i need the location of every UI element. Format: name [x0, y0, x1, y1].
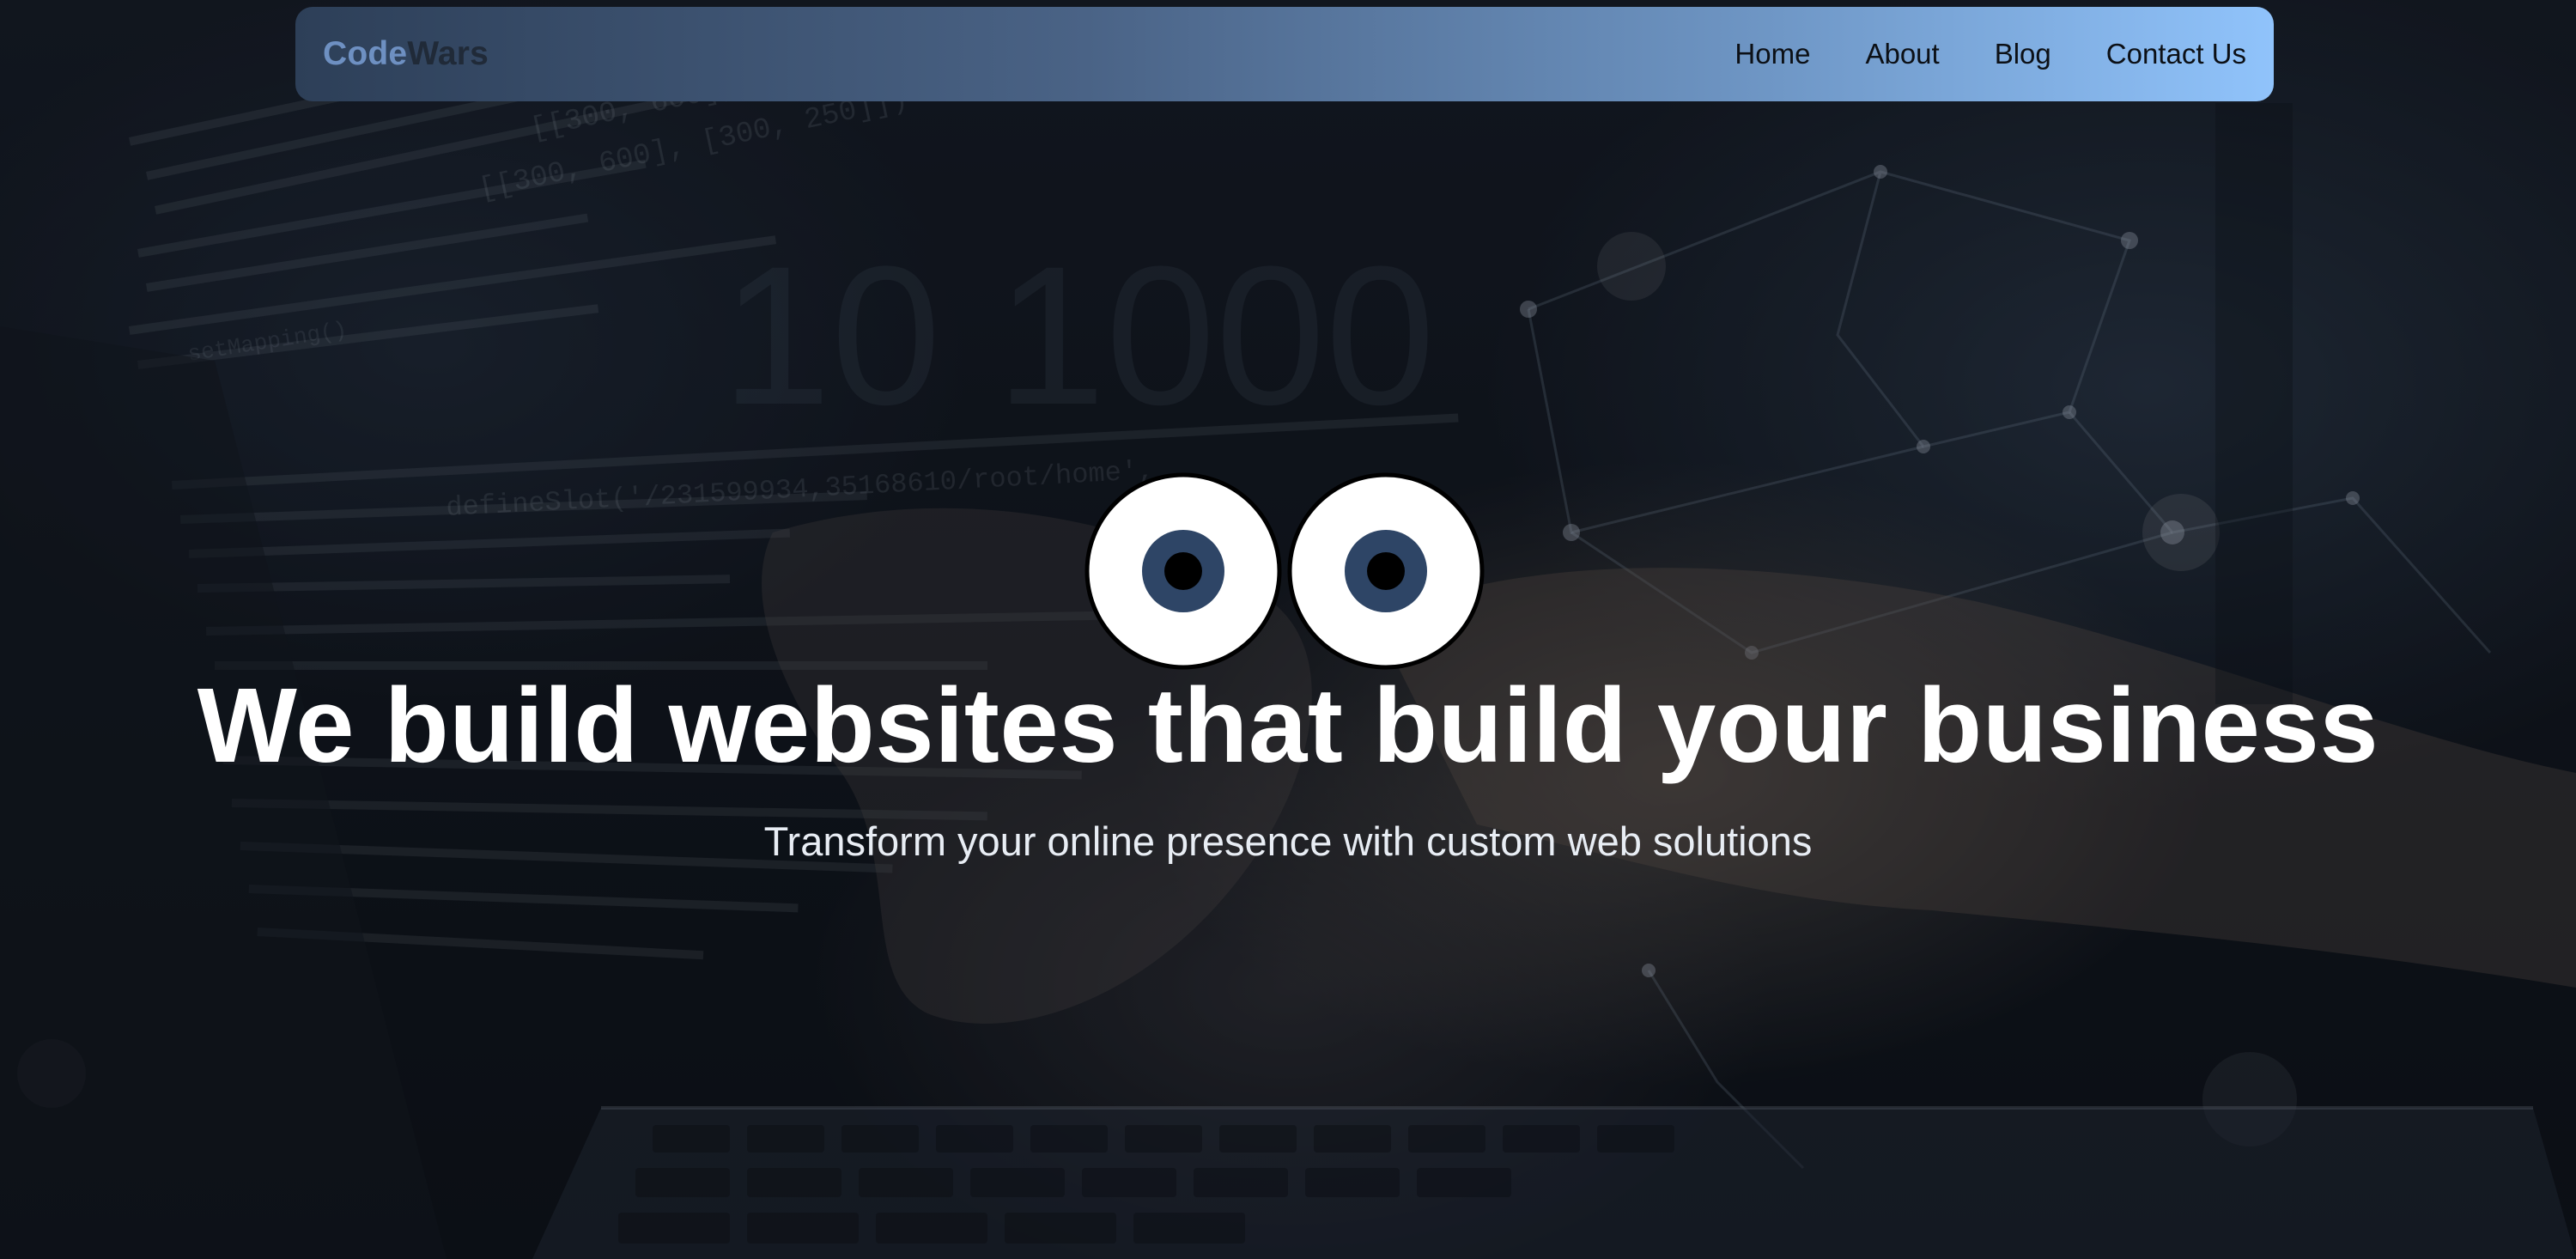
brand-logo-wars: Wars [407, 35, 489, 72]
brand-logo-code: Code [323, 35, 408, 72]
googly-eyes-icon [1084, 472, 1485, 670]
nav-links: Home About Blog Contact Us [1735, 38, 2246, 70]
hero-subheadline: Transform your online presence with cust… [763, 818, 1813, 864]
nav-link-home[interactable]: Home [1735, 38, 1810, 70]
nav-link-about[interactable]: About [1865, 38, 1939, 70]
nav-link-contact-us[interactable]: Contact Us [2106, 38, 2246, 70]
hero-headline: We build websites that build your busine… [197, 667, 2379, 785]
left-eye-icon [1084, 472, 1282, 670]
right-eye-icon [1287, 472, 1485, 670]
navbar: CodeWars Home About Blog Contact Us [295, 7, 2274, 101]
brand-logo[interactable]: CodeWars [323, 35, 489, 73]
hero-section: [[300, 600], [300, 250]] [[300, 600], [3… [0, 0, 2576, 1259]
nav-link-blog[interactable]: Blog [1995, 38, 2051, 70]
